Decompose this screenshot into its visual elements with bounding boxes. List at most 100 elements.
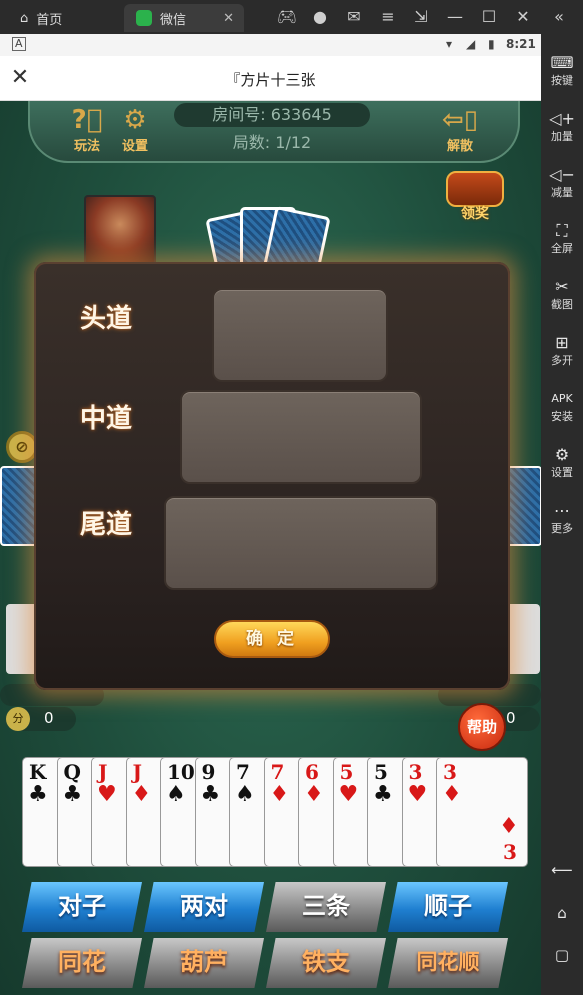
card-rank: 5	[374, 760, 388, 784]
card-rank: 3	[408, 760, 423, 784]
mail-icon[interactable]: ✉	[343, 6, 365, 28]
sidebar-more-button[interactable]: ⋯ 更多	[541, 500, 583, 556]
card-rank: 3	[443, 760, 457, 784]
combo-full-house-button[interactable]: 葫芦	[144, 938, 264, 988]
card-suit: ♣	[28, 782, 48, 807]
hand-card[interactable]: 3 ♦ ♦ 3	[436, 757, 528, 867]
keyboard-icon: ⌨	[550, 53, 574, 72]
combo-two-pair-button[interactable]: 两对	[144, 882, 264, 932]
sidebar-volume-up-button[interactable]: ◁+ 加量	[541, 108, 583, 164]
dismiss-label: 解散	[446, 139, 473, 154]
front-row-slot[interactable]	[212, 288, 388, 382]
settings-label: 设置	[121, 139, 148, 154]
wifi-icon: ▾	[446, 37, 453, 51]
combo-flush-button[interactable]: 同花	[22, 938, 142, 988]
round-counter: 局数: 1/12	[232, 133, 312, 152]
dismiss-button[interactable]: ⇦▯ 解散	[440, 105, 480, 154]
maximize-icon[interactable]: ☐	[478, 6, 500, 28]
keyboard-indicator-icon: A	[12, 37, 26, 51]
my-score-value: 0	[44, 709, 54, 727]
back-row-slot[interactable]	[164, 496, 438, 590]
settings-button[interactable]: ⚙ 设置	[115, 105, 155, 154]
card-suit: ♦	[442, 782, 462, 807]
card-suit: ♦	[131, 782, 152, 807]
wechat-icon	[136, 10, 152, 26]
volume-down-icon: ◁−	[549, 165, 575, 184]
close-tab-icon[interactable]: ✕	[223, 11, 234, 26]
gear-icon: ⚙	[554, 445, 570, 464]
combo-four-kind-button[interactable]: 铁支	[266, 938, 386, 988]
combo-straight-flush-button[interactable]: 同花顺	[388, 938, 508, 988]
reward-button[interactable]: 领奖	[446, 163, 504, 222]
card-suit: ♠	[235, 782, 255, 807]
fullscreen-icon: ⛶	[556, 221, 568, 240]
collapse-sidebar-icon[interactable]: «	[548, 6, 570, 28]
miniprogram-title-bar: ✕ 『方片十三张	[0, 56, 541, 101]
help-button[interactable]: 帮助	[458, 703, 506, 751]
right-score-value: 0	[506, 709, 516, 727]
home-icon: ⌂	[20, 10, 29, 26]
card-rank: 5	[339, 760, 354, 784]
sidebar-label: 更多	[551, 522, 573, 535]
room-number: 房间号: 633645	[174, 103, 370, 127]
more-icon: ⋯	[554, 501, 570, 520]
middle-row-slot[interactable]	[180, 390, 422, 484]
user-icon[interactable]: ●	[309, 6, 331, 28]
reward-label: 领奖	[461, 206, 489, 222]
tab-home[interactable]: ⌂ 首页	[0, 4, 120, 32]
score-icon: 分	[6, 707, 30, 731]
card-suit: ♦	[269, 782, 290, 807]
card-rank: 9	[201, 760, 216, 784]
back-row-label: 尾道	[80, 510, 133, 540]
sidebar-install-button[interactable]: APK 安装	[541, 388, 583, 444]
sidebar-volume-down-button[interactable]: ◁− 减量	[541, 164, 583, 220]
page-title: 『方片十三张	[225, 71, 316, 89]
battery-icon: ▮	[488, 37, 495, 51]
signal-icon: ◢	[466, 37, 476, 51]
close-window-icon[interactable]: ✕	[512, 6, 534, 28]
sidebar-screenshot-button[interactable]: ✂ 截图	[541, 276, 583, 332]
exit-door-icon: ⇦▯	[441, 105, 479, 135]
home-nav-icon[interactable]: ⌂	[541, 898, 583, 928]
sidebar-multi-button[interactable]: ⊞ 多开	[541, 332, 583, 388]
sidebar-settings-button[interactable]: ⚙ 设置	[541, 444, 583, 500]
gamepad-icon[interactable]: 🎮︎	[276, 6, 298, 28]
confirm-button[interactable]: 确 定	[214, 620, 330, 658]
sidebar-fullscreen-button[interactable]: ⛶ 全屏	[541, 220, 583, 276]
menu-icon[interactable]: ≡	[377, 6, 399, 28]
tab-home-label: 首页	[36, 12, 63, 28]
minimize-icon[interactable]: —	[444, 6, 466, 28]
gear-icon: ⚙	[123, 105, 147, 135]
opponent-avatar[interactable]	[84, 195, 156, 267]
volume-up-icon: ◁+	[549, 109, 575, 128]
front-row-label: 头道	[80, 304, 133, 334]
combo-pair-button[interactable]: 对子	[22, 882, 142, 932]
clock: 8:21	[506, 37, 536, 51]
sidebar-label: 多开	[551, 354, 573, 367]
sidebar-label: 全屏	[551, 242, 573, 255]
card-suit: ♠	[166, 782, 186, 807]
card-rank: 10	[167, 760, 195, 784]
pin-icon[interactable]: ⇲	[410, 6, 432, 28]
rules-button[interactable]: ?⃝ 玩法	[67, 105, 107, 154]
card-rank: 7	[236, 760, 250, 784]
card-rank-bottom: 3	[503, 840, 517, 864]
card-rank: K	[29, 760, 47, 784]
combo-straight-button[interactable]: 顺子	[388, 882, 508, 932]
sidebar-label: 减量	[551, 186, 573, 199]
card-suit: ♣	[62, 782, 83, 807]
combo-three-kind-button[interactable]: 三条	[266, 882, 386, 932]
tab-wechat[interactable]: 微信 ✕	[124, 4, 244, 32]
apk-icon: APK	[551, 392, 573, 405]
sidebar-keymap-button[interactable]: ⌨ 按键	[541, 52, 583, 108]
my-score: 分 0	[6, 707, 76, 731]
sidebar-label: 安装	[551, 410, 573, 423]
card-rank: 7	[270, 760, 285, 784]
sidebar-label: 按键	[551, 74, 573, 87]
card-suit: ♣	[200, 782, 221, 807]
player-hand: K ♣ Q ♣ J ♥ J ♦ 10 ♠ 9 ♣ 7 ♠ 7 ♦ 6 ♦ 5 ♥ 5 ♣ 3 ♥ 3 ♦ ♦ 3	[22, 757, 528, 869]
recents-nav-icon[interactable]: ▢	[541, 940, 583, 970]
rules-label: 玩法	[73, 139, 100, 154]
back-nav-icon[interactable]: ⟵	[541, 855, 583, 885]
scissors-icon: ✂	[555, 277, 569, 296]
